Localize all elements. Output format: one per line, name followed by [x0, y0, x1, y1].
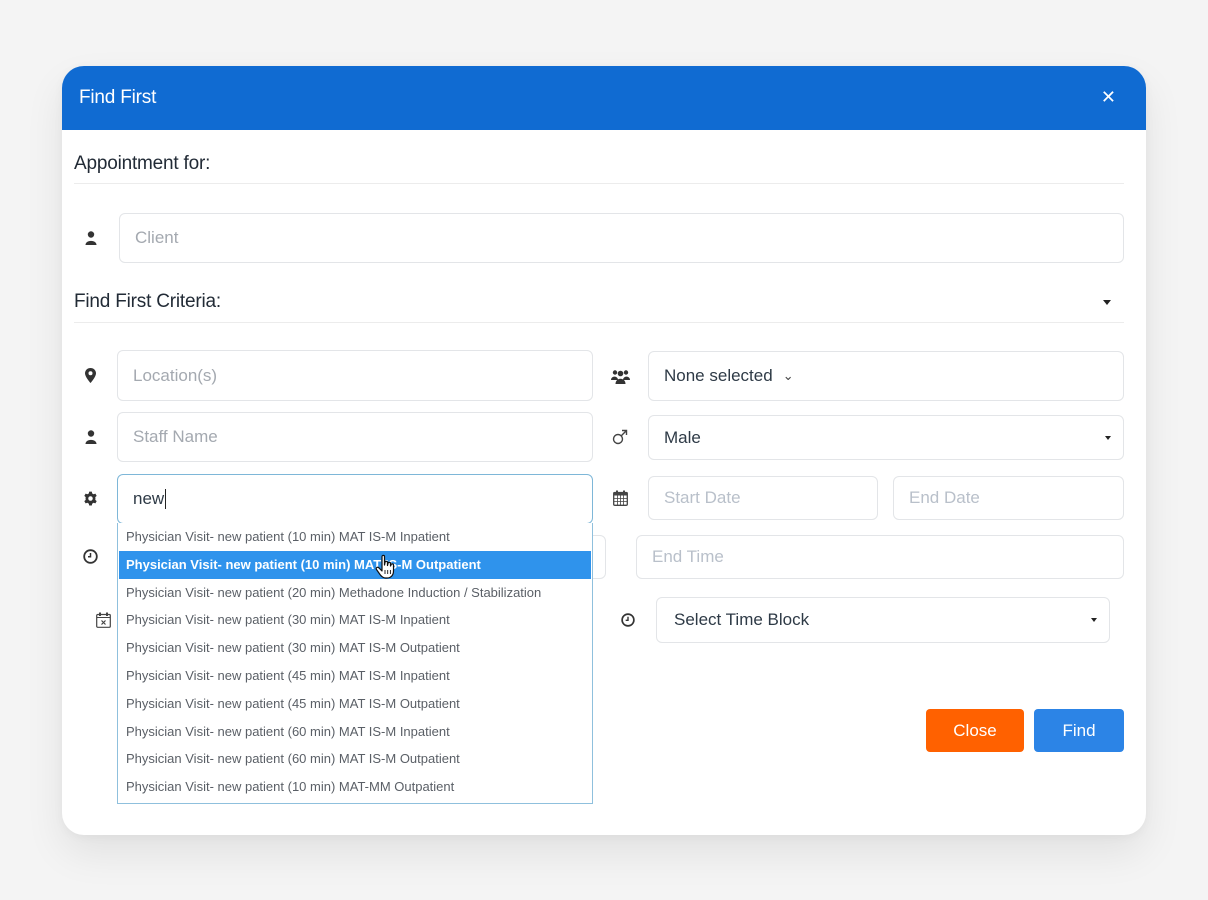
appointment-for-heading: Appointment for: — [74, 153, 211, 174]
location-input[interactable] — [133, 365, 592, 386]
user-icon — [82, 428, 100, 446]
start-date-input[interactable] — [664, 488, 877, 508]
staff-name-input[interactable] — [133, 427, 592, 447]
autocomplete-item[interactable]: Physician Visit- new patient (30 min) MA… — [118, 634, 592, 662]
location-field[interactable] — [117, 350, 593, 401]
clock-icon — [619, 611, 637, 629]
autocomplete-item[interactable]: Physician Visit- new patient (60 min) MA… — [118, 718, 592, 746]
clock-icon — [81, 547, 99, 565]
autocomplete-item[interactable]: Physician Visit- new patient (10 min) MA… — [118, 523, 592, 551]
male-icon — [611, 428, 629, 446]
groups-select[interactable]: None selected ⌄ — [648, 351, 1124, 401]
end-time-field[interactable] — [636, 535, 1124, 579]
calendar-icon — [611, 489, 629, 507]
gender-selected-value: Male — [664, 427, 701, 447]
dialog-title: Find First — [79, 87, 157, 108]
autocomplete-item-highlighted[interactable]: Physician Visit- new patient (10 min) MA… — [119, 550, 591, 579]
autocomplete-item[interactable]: Physician Visit- new patient (60 min) MA… — [118, 745, 592, 773]
start-date-field[interactable] — [648, 476, 878, 520]
caret-down-icon — [1105, 435, 1111, 440]
divider — [74, 322, 1124, 323]
autocomplete-item[interactable]: Physician Visit- new patient (10 min) MA… — [118, 773, 592, 801]
map-marker-icon — [81, 366, 99, 384]
client-input[interactable] — [135, 228, 1123, 248]
chevron-down-icon: ⌄ — [782, 368, 794, 383]
dialog-header: Find First ✕ — [62, 66, 1146, 130]
caret-down-icon[interactable] — [1103, 300, 1111, 305]
end-date-input[interactable] — [909, 488, 1123, 508]
find-first-dialog: Find First ✕ Appointment for: Find First… — [62, 66, 1146, 835]
service-input[interactable]: new — [133, 489, 164, 509]
groups-selected-value: None selected — [664, 366, 773, 385]
autocomplete-item[interactable]: Physician Visit- new patient (30 min) MA… — [118, 606, 592, 634]
user-icon — [82, 229, 100, 247]
autocomplete-item[interactable]: Physician Visit- new patient (45 min) MA… — [118, 662, 592, 690]
staff-name-field[interactable] — [117, 412, 593, 462]
users-icon — [610, 367, 630, 385]
caret-down-icon — [1091, 618, 1097, 622]
hand-pointer-cursor-icon — [375, 554, 395, 579]
autocomplete-item[interactable]: Physician Visit- new patient (20 min) Me… — [118, 579, 592, 607]
gear-icon — [81, 489, 99, 507]
text-caret — [165, 489, 167, 509]
criteria-heading: Find First Criteria: — [74, 291, 221, 312]
find-button[interactable]: Find — [1034, 709, 1124, 752]
service-field[interactable]: new — [117, 474, 593, 524]
end-date-field[interactable] — [893, 476, 1124, 520]
gender-select[interactable]: Male — [648, 415, 1124, 460]
time-block-selected-value: Select Time Block — [674, 610, 810, 629]
close-button[interactable]: Close — [926, 709, 1024, 752]
service-autocomplete-list: Physician Visit- new patient (10 min) MA… — [117, 523, 593, 804]
close-icon[interactable]: ✕ — [1101, 87, 1116, 108]
autocomplete-item[interactable]: Physician Visit- new patient (45 min) MA… — [118, 690, 592, 718]
calendar-times-icon — [94, 611, 112, 629]
end-time-input[interactable] — [652, 547, 1123, 567]
divider — [74, 183, 1124, 184]
client-field[interactable] — [119, 213, 1124, 263]
time-block-select[interactable]: Select Time Block — [656, 597, 1110, 643]
